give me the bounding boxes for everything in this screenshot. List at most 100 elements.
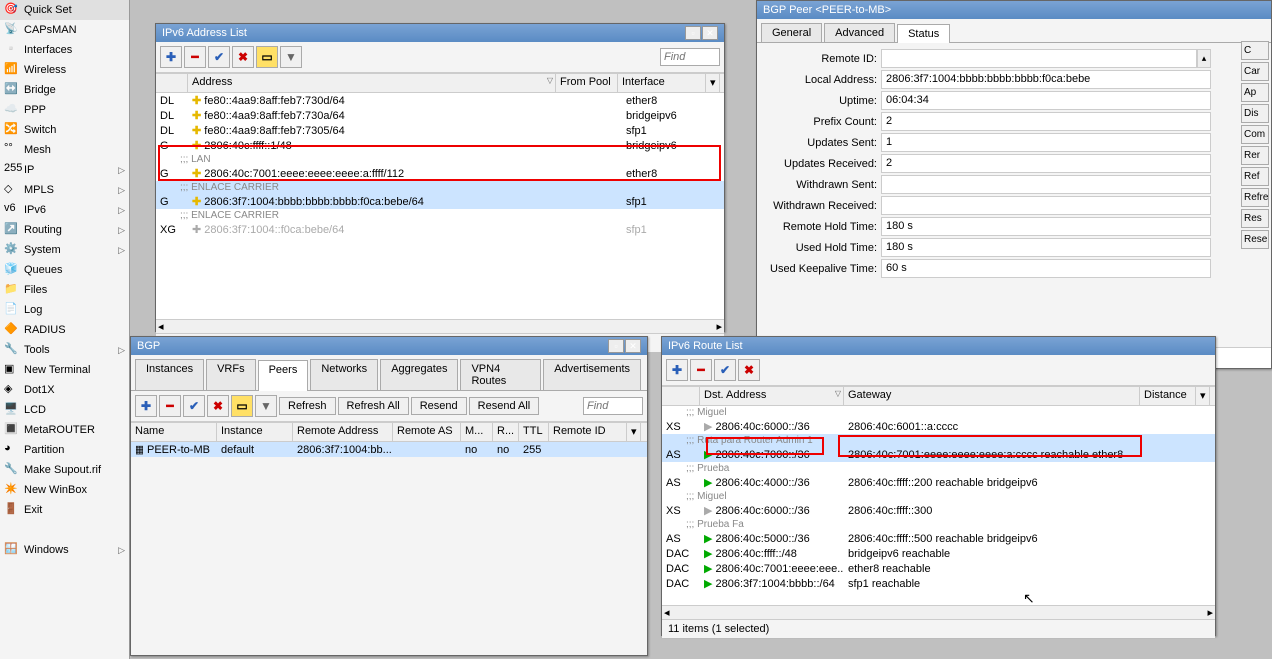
sidebar-item[interactable]: ◕Partition [0,440,129,460]
table-row[interactable]: DAC▶ 2806:40c:7001:eeee:eee...ether8 rea… [662,561,1215,576]
remove-button[interactable]: ━ [159,395,181,417]
refresh-button[interactable]: Refresh [279,397,336,415]
add-button[interactable]: ✚ [666,359,688,381]
side-button[interactable]: C [1241,41,1269,60]
refresh-all-button[interactable]: Refresh All [338,397,409,415]
col-header[interactable]: Remote Address [293,423,393,441]
comment-button[interactable]: ▭ [256,46,278,68]
sidebar-item[interactable]: ◇MPLS▷ [0,180,129,200]
tab[interactable]: Instances [135,359,204,390]
col-flag[interactable] [156,74,188,92]
col-gateway[interactable]: Gateway [844,387,1140,405]
sidebar-item[interactable]: 🪟Windows▷ [0,540,129,560]
disable-button[interactable]: ✖ [738,359,760,381]
sidebar-item[interactable]: 🔶RADIUS [0,320,129,340]
sidebar-item[interactable]: 🔧Tools▷ [0,340,129,360]
sidebar-item[interactable]: ☁️PPP [0,100,129,120]
sidebar-item[interactable]: 🎯Quick Set [0,0,129,20]
h-scrollbar[interactable]: ◂▸ [662,605,1215,619]
tab[interactable]: Peers [258,360,309,391]
enable-button[interactable]: ✔ [183,395,205,417]
table-row[interactable]: DL✚ fe80::4aa9:8aff:feb7:7305/64sfp1 [156,123,724,138]
col-distance[interactable]: Distance [1140,387,1196,405]
field-value[interactable]: 60 s [881,259,1211,278]
sidebar-item[interactable]: 255IP▷ [0,160,129,180]
tab[interactable]: VRFs [206,359,256,390]
field-value[interactable]: 180 s [881,238,1211,257]
side-button[interactable]: Dis [1241,104,1269,123]
col-header[interactable]: M... [461,423,493,441]
col-header[interactable]: Instance [217,423,293,441]
sidebar-item[interactable]: 📶Wireless [0,60,129,80]
side-button[interactable]: Ap [1241,83,1269,102]
comment-row[interactable]: ;;; LAN [156,153,724,166]
table-row[interactable]: AS▶ 2806:40c:4000::/362806:40c:ffff::200… [662,475,1215,490]
comment-row[interactable]: ;;; Prueba [662,462,1215,475]
table-row[interactable]: XG✚ 2806:3f7:1004::f0ca:bebe/64sfp1 [156,222,724,237]
sidebar-item[interactable]: 🖥️LCD [0,400,129,420]
col-more[interactable]: ▾ [706,74,720,92]
field-value[interactable]: 2 [881,154,1211,173]
filter-button[interactable]: ▼ [255,395,277,417]
side-button[interactable]: Car [1241,62,1269,81]
table-row[interactable]: ▦ PEER-to-MB default 2806:3f7:1004:bb...… [131,442,647,457]
field-value[interactable]: 1 [881,133,1211,152]
sidebar-item[interactable]: ▫️Interfaces [0,40,129,60]
add-button[interactable]: ✚ [160,46,182,68]
col-header[interactable]: Remote AS [393,423,461,441]
field-value[interactable] [881,175,1211,194]
col-header[interactable]: TTL [519,423,549,441]
comment-row[interactable]: ;;; ENLACE CARRIER [156,181,724,194]
table-row[interactable]: DAC▶ 2806:3f7:1004:bbbb::/64sfp1 reachab… [662,576,1215,591]
sidebar-item[interactable]: ↗️Routing▷ [0,220,129,240]
table-row[interactable]: G✚ 2806:40c:7001:eeee:eeee:eeee:a:ffff/1… [156,166,724,181]
table-row[interactable]: DAC▶ 2806:40c:ffff::/48bridgeipv6 reacha… [662,546,1215,561]
enable-button[interactable]: ✔ [714,359,736,381]
remove-button[interactable]: ━ [184,46,206,68]
enable-button[interactable]: ✔ [208,46,230,68]
table-row[interactable]: G✚ 2806:40c:ffff::1/48bridgeipv6 [156,138,724,153]
sidebar-item[interactable]: ↔️Bridge [0,80,129,100]
col-flag[interactable] [662,387,700,405]
sidebar-item[interactable]: ▣New Terminal [0,360,129,380]
col-dst[interactable]: Dst. Address▽ [700,387,844,405]
col-header[interactable]: R... [493,423,519,441]
field-value[interactable]: 2806:3f7:1004:bbbb:bbbb:bbbb:f0ca:bebe [881,70,1211,89]
tab[interactable]: Networks [310,359,378,390]
close-button[interactable]: ✕ [702,26,718,40]
sidebar-item[interactable]: ◈Dot1X [0,380,129,400]
sidebar-item[interactable]: v6IPv6▷ [0,200,129,220]
field-value[interactable]: 180 s [881,217,1211,236]
sidebar-item[interactable]: 📁Files [0,280,129,300]
close-button[interactable]: ✕ [625,339,641,353]
minimize-button[interactable]: ▫ [685,26,701,40]
tab[interactable]: Status [897,24,950,43]
field-value[interactable] [881,49,1197,68]
comment-row[interactable]: ;;; Ruta para Router Admin 1 [662,434,1215,447]
tab[interactable]: Aggregates [380,359,458,390]
field-value[interactable] [881,196,1211,215]
col-header[interactable]: Remote ID [549,423,627,441]
field-value[interactable]: 2 [881,112,1211,131]
comment-row[interactable]: ;;; Miguel [662,490,1215,503]
chevron-up-icon[interactable]: ▴ [1197,49,1211,68]
comment-row[interactable]: ;;; ENLACE CARRIER [156,209,724,222]
col-address[interactable]: Address▽ [188,74,556,92]
find-input[interactable] [660,48,720,66]
tab[interactable]: VPN4 Routes [460,359,541,390]
col-frompool[interactable]: From Pool [556,74,618,92]
h-scrollbar[interactable]: ◂▸ [156,319,724,333]
sidebar-item[interactable]: ✴️New WinBox [0,480,129,500]
minimize-button[interactable]: ▫ [608,339,624,353]
sidebar-item[interactable]: ⚙️System▷ [0,240,129,260]
sidebar-item[interactable]: 🔧Make Supout.rif [0,460,129,480]
filter-button[interactable]: ▼ [280,46,302,68]
add-button[interactable]: ✚ [135,395,157,417]
sidebar-item[interactable]: 🔀Switch [0,120,129,140]
sidebar-item[interactable]: °°Mesh [0,140,129,160]
table-row[interactable]: DL✚ fe80::4aa9:8aff:feb7:730a/64bridgeip… [156,108,724,123]
window-titlebar[interactable]: BGP Peer <PEER-to-MB> [757,1,1271,19]
sidebar-item[interactable]: 🧊Queues [0,260,129,280]
table-row[interactable]: AS▶ 2806:40c:7000::/362806:40c:7001:eeee… [662,447,1215,462]
window-titlebar[interactable]: IPv6 Address List ▫ ✕ [156,24,724,42]
